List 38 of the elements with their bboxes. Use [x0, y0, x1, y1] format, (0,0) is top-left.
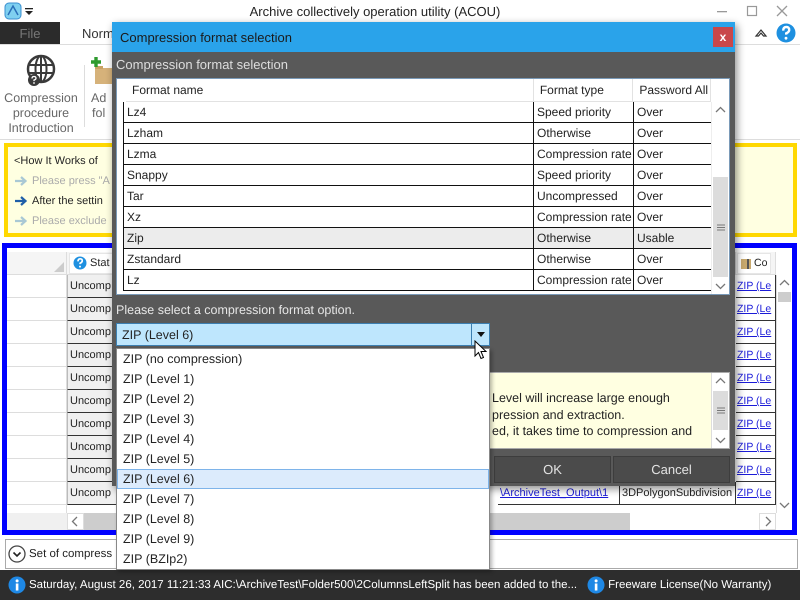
table-cell: Lz4 — [123, 102, 533, 123]
table-cell: Over — [633, 249, 711, 270]
options-label: Set of compress — [29, 548, 112, 560]
table-cell: Compression rate — [533, 270, 633, 291]
table-cell: Usable — [633, 228, 711, 249]
table-cell: Otherwise — [533, 123, 633, 144]
table-cell: Over — [633, 123, 711, 144]
guide-step: Please press "A — [32, 175, 110, 187]
table-cell: Over — [633, 165, 711, 186]
table-cell: Snappy — [123, 165, 533, 186]
guide-heading: <How It Works of — [14, 155, 98, 167]
table-cell: Speed priority — [533, 165, 633, 186]
status-time: Saturday, August 26, 2017 11:21:33 AI — [29, 579, 224, 591]
table-cell: Otherwise — [533, 228, 633, 249]
table-cell: Tar — [123, 186, 533, 207]
table-cell: Over — [633, 144, 711, 165]
table-cell: Compression rate — [533, 144, 633, 165]
table-cell: Over — [633, 270, 711, 291]
table-cell: Over — [633, 186, 711, 207]
table-cell: Lzham — [123, 123, 533, 144]
table-cell: Uncompressed — [533, 186, 633, 207]
section-heading: Compression format selection — [116, 56, 289, 74]
dialog-title: Compression format selection — [120, 30, 293, 44]
guide-step: After the settin — [32, 195, 103, 207]
table-cell: Lz — [123, 270, 533, 291]
table-cell: Zip — [123, 228, 533, 249]
table-cell: Zstandard — [123, 249, 533, 270]
description-text: Level will increase large enough pression and extraction. ed, it takes time to compression and — [492, 390, 694, 440]
guide-step: Please exclude — [32, 215, 107, 227]
window-title: Archive collectively operation utility (ACOU) — [248, 4, 502, 18]
status-message: C:\ArchiveTest\Folder500\2ColumnsLeftSplit has been added to the... — [224, 579, 578, 591]
header-label: Stat — [90, 257, 110, 269]
table-cell: Over — [633, 102, 711, 123]
license-text: Freeware License(No Warranty) — [608, 579, 772, 591]
table-cell: Lzma — [123, 144, 533, 165]
header-label: Co — [754, 257, 768, 269]
table-cell: Speed priority — [533, 102, 633, 123]
table-cell: Otherwise — [533, 249, 633, 270]
